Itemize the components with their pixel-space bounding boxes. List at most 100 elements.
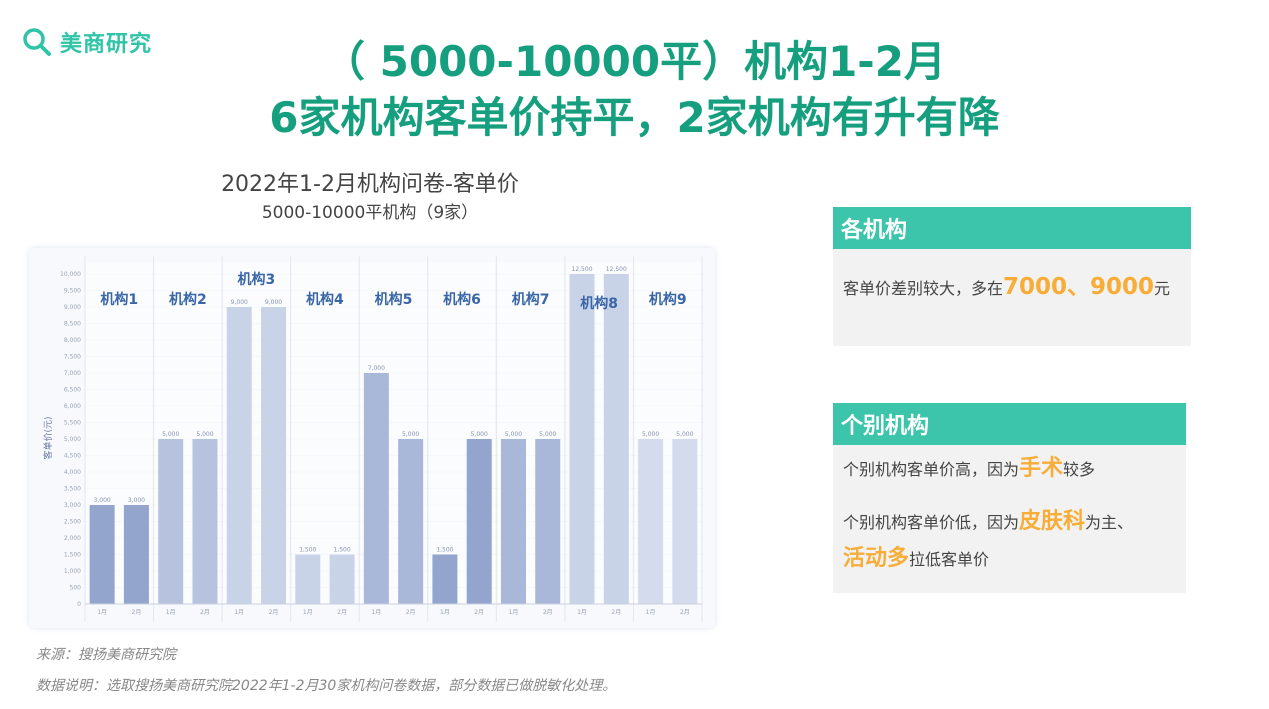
bar	[329, 554, 355, 604]
panel-all-institutions: 各机构 客单价差别较大，多在7000、9000元	[833, 207, 1191, 346]
y-tick-label: 5,500	[64, 420, 81, 427]
bar	[569, 274, 595, 604]
bar-value-label: 9,000	[265, 299, 282, 306]
group-label: 机构6	[443, 291, 481, 308]
separator: 、	[1067, 274, 1091, 300]
bar-value-label: 9,000	[231, 299, 248, 306]
y-tick-label: 8,500	[64, 321, 81, 328]
highlight-value: 7000	[1003, 274, 1068, 300]
x-tick-label: 2月	[132, 609, 142, 616]
panel-text: 较多	[1063, 460, 1096, 479]
x-tick-label: 1月	[166, 609, 176, 616]
group-label: 机构4	[306, 291, 344, 308]
x-tick-label: 2月	[543, 609, 553, 616]
y-tick-label: 1,500	[64, 552, 81, 559]
bar-value-label: 5,000	[539, 431, 556, 438]
x-tick-label: 2月	[269, 609, 279, 616]
x-tick-label: 2月	[611, 609, 621, 616]
bar-value-label: 5,000	[505, 431, 522, 438]
y-tick-label: 0	[77, 601, 81, 608]
data-note: 数据说明：选取搜扬美商研究院2022年1-2月30家机构问卷数据，部分数据已做脱…	[36, 678, 617, 694]
bar	[123, 505, 149, 604]
bar-value-label: 5,000	[676, 431, 693, 438]
y-tick-label: 7,000	[64, 370, 81, 377]
highlight-word: 皮肤科	[1019, 509, 1086, 534]
highlight-value: 9000	[1090, 274, 1155, 300]
page-title-line2: 6家机构客单价持平，2家机构有升有降	[269, 93, 1000, 142]
bar-value-label: 12,500	[572, 266, 593, 273]
bar	[89, 505, 115, 604]
y-tick-label: 3,500	[64, 486, 81, 493]
bar	[603, 274, 629, 604]
panel-text: 拉低客单价	[909, 550, 990, 569]
bar	[500, 439, 526, 604]
reason-high: 个别机构客单价高，因为手术较多	[843, 457, 1176, 482]
source-note: 来源：搜扬美商研究院	[36, 647, 176, 663]
x-tick-label: 1月	[577, 609, 587, 616]
x-tick-label: 2月	[200, 609, 210, 616]
bar-value-label: 3,000	[128, 497, 145, 504]
group-label: 机构9	[649, 291, 687, 308]
group-label: 机构7	[512, 291, 550, 308]
x-tick-label: 2月	[406, 609, 416, 616]
y-tick-label: 1,000	[64, 568, 81, 575]
bar	[638, 439, 664, 604]
panel-body: 个别机构客单价高，因为手术较多 个别机构客单价低，因为皮肤科为主、 活动多拉低客单…	[833, 445, 1186, 593]
panel-text: 为主、	[1085, 513, 1134, 532]
group-label: 机构3	[238, 271, 276, 288]
reason-low: 个别机构客单价低，因为皮肤科为主、 活动多拉低客单价	[843, 504, 1176, 578]
y-tick-label: 2,000	[64, 535, 81, 542]
bar	[158, 439, 184, 604]
chart-title: 2022年1-2月机构问卷-客单价	[221, 172, 519, 197]
group-label: 机构2	[169, 291, 207, 308]
x-tick-label: 1月	[234, 609, 244, 616]
y-tick-label: 9,000	[64, 304, 81, 311]
bar-value-label: 5,000	[471, 431, 488, 438]
x-tick-label: 1月	[646, 609, 656, 616]
panel-header: 各机构	[833, 207, 1191, 249]
y-tick-label: 3,000	[64, 502, 81, 509]
bar	[535, 439, 561, 604]
panel-text: 个别机构客单价高，因为	[843, 460, 1020, 479]
y-tick-label: 9,500	[64, 288, 81, 295]
bar	[261, 307, 287, 604]
bar	[672, 439, 698, 604]
x-tick-label: 1月	[97, 609, 107, 616]
bar-value-label: 1,500	[299, 547, 316, 554]
bar-value-label: 5,000	[642, 431, 659, 438]
bar-value-label: 1,500	[436, 547, 453, 554]
highlight-word: 手术	[1019, 456, 1064, 481]
panel-individual-institutions: 个别机构 个别机构客单价高，因为手术较多 个别机构客单价低，因为皮肤科为主、 活动…	[833, 403, 1186, 593]
y-tick-label: 4,500	[64, 453, 81, 460]
bar-value-label: 5,000	[196, 431, 213, 438]
panel-header: 个别机构	[833, 403, 1186, 445]
group-label: 机构1	[100, 291, 138, 308]
x-tick-label: 2月	[337, 609, 347, 616]
y-tick-label: 2,500	[64, 519, 81, 526]
bar	[363, 373, 389, 604]
bar-value-label: 5,000	[162, 431, 179, 438]
y-tick-label: 500	[70, 585, 82, 592]
y-tick-label: 4,000	[64, 469, 81, 476]
x-tick-label: 1月	[509, 609, 519, 616]
bar-value-label: 12,500	[606, 266, 627, 273]
y-axis-label: 客单价(元)	[42, 416, 54, 459]
x-tick-label: 1月	[303, 609, 313, 616]
panel-text: 客单价差别较大，多在	[843, 279, 1004, 298]
bar	[466, 439, 492, 604]
bar	[192, 439, 218, 604]
bar-value-label: 1,500	[333, 547, 350, 554]
bar-value-label: 7,000	[368, 365, 385, 372]
panel-body: 客单价差别较大，多在7000、9000元	[833, 249, 1191, 346]
group-label: 机构8	[580, 295, 618, 312]
bar-chart: 0 500 1,000 1,500 2,000 2,500 3,000 3,500 4,000 4…	[42, 256, 703, 622]
bar	[432, 554, 458, 604]
x-tick-label: 1月	[440, 609, 450, 616]
bar	[226, 307, 252, 604]
x-tick-label: 2月	[474, 609, 484, 616]
y-tick-label: 6,000	[64, 403, 81, 410]
chart-subtitle: 5000-10000平机构（9家）	[261, 203, 479, 223]
bar	[295, 554, 321, 604]
bar-value-label: 5,000	[402, 431, 419, 438]
group-label: 机构5	[375, 291, 413, 308]
